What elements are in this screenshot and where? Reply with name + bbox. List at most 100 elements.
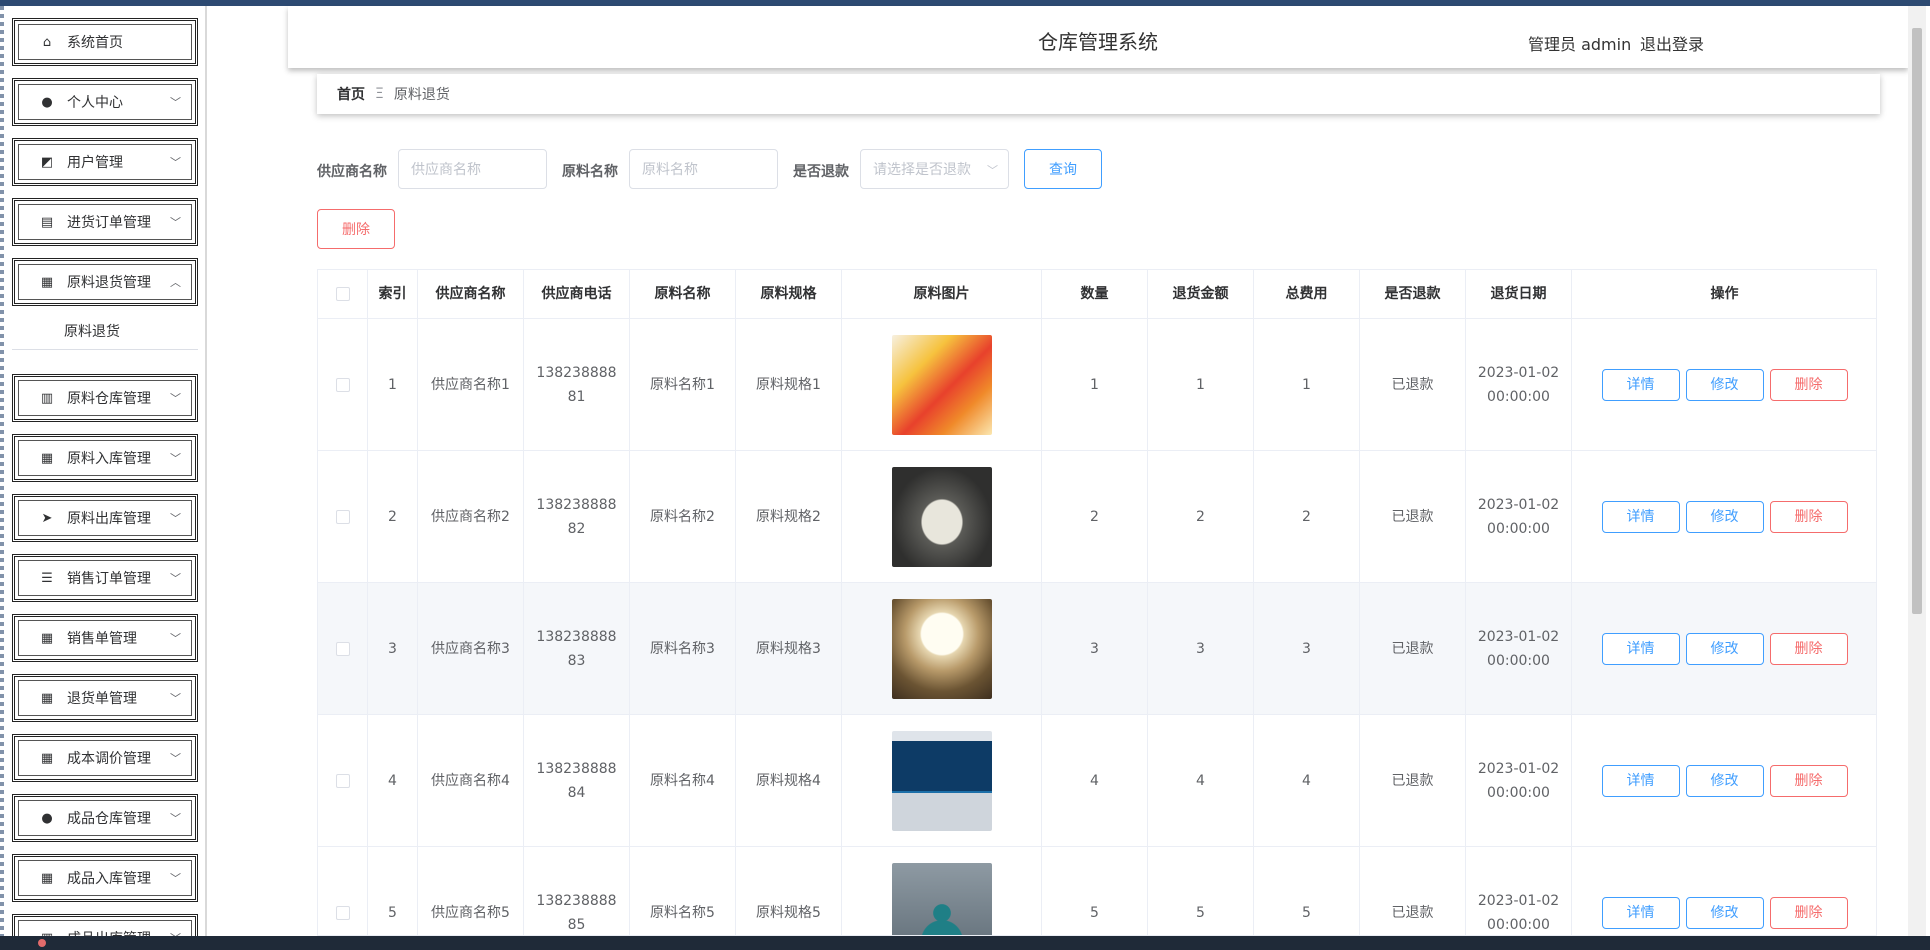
ceiling-lamp-photo	[891, 598, 992, 699]
cell-date: 2023-01-02 00:00:00	[1466, 583, 1572, 714]
row-checkbox[interactable]	[335, 641, 350, 656]
chevron-down-icon: ﹀	[987, 164, 998, 177]
breadcrumb-home[interactable]: 首页	[337, 84, 365, 104]
column-header: 原料名称	[630, 270, 736, 318]
submenu-item-material-return[interactable]: 原料退货	[12, 313, 198, 350]
cell-date: 2023-01-02 00:00:00	[1466, 451, 1572, 582]
table-row[interactable]: 1 供应商名称1 13823888881 原料名称1 原料规格1 1 1 1 已退款 2023-0…	[318, 319, 1876, 451]
delete-button[interactable]: 删除	[1769, 632, 1848, 665]
sidebar-item-label: 原料退货管理	[67, 275, 151, 291]
batch-delete-button[interactable]: 删除	[317, 209, 395, 249]
sidebar-item-3[interactable]: ◩ 用户管理 ﹀	[12, 138, 198, 186]
sidebar-item-15[interactable]: ▥成品出库管理﹀	[12, 914, 198, 936]
sidebar-item-frame: ⌂ 系统首页	[18, 24, 192, 60]
chevron-icon: ﹀	[170, 872, 181, 885]
sidebar-item-10[interactable]: ▦ 销售单管理 ﹀	[12, 614, 198, 662]
scrollbar-thumb[interactable]	[1912, 28, 1922, 614]
vertical-scrollbar[interactable]	[1908, 6, 1926, 936]
select-all-checkbox[interactable]	[335, 287, 350, 301]
row-checkbox[interactable]	[335, 509, 350, 524]
cell-qty: 2	[1042, 451, 1148, 582]
table-row[interactable]: 3 供应商名称3 13823888883 原料名称3 原料规格3 3 3 3 已退款 2023-0…	[318, 583, 1876, 715]
delete-button[interactable]: 删除	[1769, 764, 1848, 797]
table-row[interactable]: 4 供应商名称4 13823888884 原料名称4 原料规格4 4 4 4 已退款 2023-0…	[318, 715, 1876, 847]
row-checkbox[interactable]	[335, 773, 350, 788]
material-image-cell	[842, 319, 1042, 450]
sidebar-item-14[interactable]: ▦ 成品入库管理 ﹀	[12, 854, 198, 902]
column-header: 供应商名称	[418, 270, 524, 318]
detail-button[interactable]: 详情	[1601, 896, 1680, 929]
chevron-icon: ﹀	[170, 452, 181, 465]
column-header: 数量	[1042, 270, 1148, 318]
sidebar-item-11[interactable]: ▦ 退货单管理 ﹀	[12, 674, 198, 722]
row-actions: 详情 修改 删除	[1601, 632, 1848, 665]
row-checkbox-cell	[318, 583, 368, 714]
delete-button[interactable]: 删除	[1769, 500, 1848, 533]
refund-status-select[interactable]: 请选择是否退款 ﹀	[860, 149, 1009, 189]
taskbar	[0, 936, 1930, 950]
sidebar-edge	[0, 6, 4, 936]
app-dot-icon	[38, 939, 46, 947]
table-row[interactable]: 5 供应商名称5 13823888885 原料名称5 原料规格5 5 5 5 已退款 2023-0…	[318, 847, 1876, 935]
sidebar-item-frame: ☰ 销售订单管理 ﹀	[18, 560, 192, 596]
sidebar-item-4[interactable]: ▤ 进货订单管理 ﹀	[12, 198, 198, 246]
detail-button[interactable]: 详情	[1601, 764, 1680, 797]
delete-button[interactable]: 删除	[1769, 368, 1848, 401]
column-header: 退货日期	[1466, 270, 1572, 318]
sidebar-item-frame: ▦ 退货单管理 ﹀	[18, 680, 192, 716]
sidebar-item-7[interactable]: ▦ 原料入库管理 ﹀	[12, 434, 198, 482]
sidebar-item-9[interactable]: ☰ 销售订单管理 ﹀	[12, 554, 198, 602]
top-header: 仓库管理系统 管理员 admin 退出登录	[288, 6, 1908, 68]
refund-status-placeholder: 请选择是否退款	[873, 162, 971, 178]
edit-button[interactable]: 修改	[1685, 368, 1764, 401]
row-checkbox[interactable]	[335, 905, 350, 920]
row-checkbox[interactable]	[335, 377, 350, 392]
detail-button[interactable]: 详情	[1601, 632, 1680, 665]
material-image-cell	[842, 583, 1042, 714]
sidebar-item-2[interactable]: ● 个人中心 ﹀	[12, 78, 198, 126]
edit-button[interactable]: 修改	[1685, 896, 1764, 929]
delete-button[interactable]: 删除	[1769, 896, 1848, 929]
cell-index: 5	[368, 847, 418, 935]
sidebar-item-6[interactable]: ▥ 原料仓库管理 ﹀	[12, 374, 198, 422]
sneakers-photo	[891, 466, 992, 567]
chevron-icon: ﹀	[170, 156, 181, 169]
row-actions: 详情 修改 删除	[1601, 368, 1848, 401]
sidebar-item-5[interactable]: ▦ 原料退货管理 ︿	[12, 258, 198, 306]
cell-material: 原料名称2	[630, 451, 736, 582]
cell-supplier: 供应商名称4	[418, 715, 524, 846]
edit-button[interactable]: 修改	[1685, 500, 1764, 533]
cell-phone: 13823888882	[524, 451, 630, 582]
chevron-icon: ﹀	[170, 812, 181, 825]
detail-button[interactable]: 详情	[1601, 368, 1680, 401]
cell-amount: 2	[1148, 451, 1254, 582]
material-name-input[interactable]: 原料名称	[629, 149, 778, 189]
cell-material: 原料名称4	[630, 715, 736, 846]
cell-refunded: 已退款	[1360, 583, 1466, 714]
cell-refunded: 已退款	[1360, 715, 1466, 846]
table-header-row: 索引 供应商名称 供应商电话 原料名称 原料规格 原料图片 数量 退货金额 总费用 是否退款 退货日…	[318, 270, 1876, 319]
detail-button[interactable]: 详情	[1601, 500, 1680, 533]
sidebar-item-8[interactable]: ➤ 原料出库管理 ﹀	[12, 494, 198, 542]
sidebar-item-13[interactable]: ● 成品仓库管理 ﹀	[12, 794, 198, 842]
breadcrumb-current: 原料退货	[393, 87, 450, 103]
chevron-icon: ﹀	[170, 572, 181, 585]
user-icon: ●	[41, 810, 53, 826]
cell-total: 3	[1254, 583, 1360, 714]
sidebar-item-1[interactable]: ⌂ 系统首页	[12, 18, 198, 66]
query-button[interactable]: 查询	[1024, 149, 1102, 189]
sidebar-item-label: 用户管理	[67, 155, 123, 171]
edit-button[interactable]: 修改	[1685, 632, 1764, 665]
sidebar-item-frame: ▥成品出库管理﹀	[18, 920, 192, 936]
logout-link[interactable]: 退出登录	[1640, 31, 1704, 55]
grid-icon: ▦	[40, 750, 54, 766]
edit-button[interactable]: 修改	[1685, 764, 1764, 797]
sidebar-item-12[interactable]: ▦ 成本调价管理 ﹀	[12, 734, 198, 782]
cell-date: 2023-01-02 00:00:00	[1466, 715, 1572, 846]
cell-qty: 1	[1042, 319, 1148, 450]
cell-material: 原料名称1	[630, 319, 736, 450]
supplier-name-input[interactable]: 供应商名称	[398, 149, 547, 189]
table-row[interactable]: 2 供应商名称2 13823888882 原料名称2 原料规格2 2 2 2 已退款 2023-0…	[318, 451, 1876, 583]
cell-supplier: 供应商名称3	[418, 583, 524, 714]
column-header: 总费用	[1254, 270, 1360, 318]
